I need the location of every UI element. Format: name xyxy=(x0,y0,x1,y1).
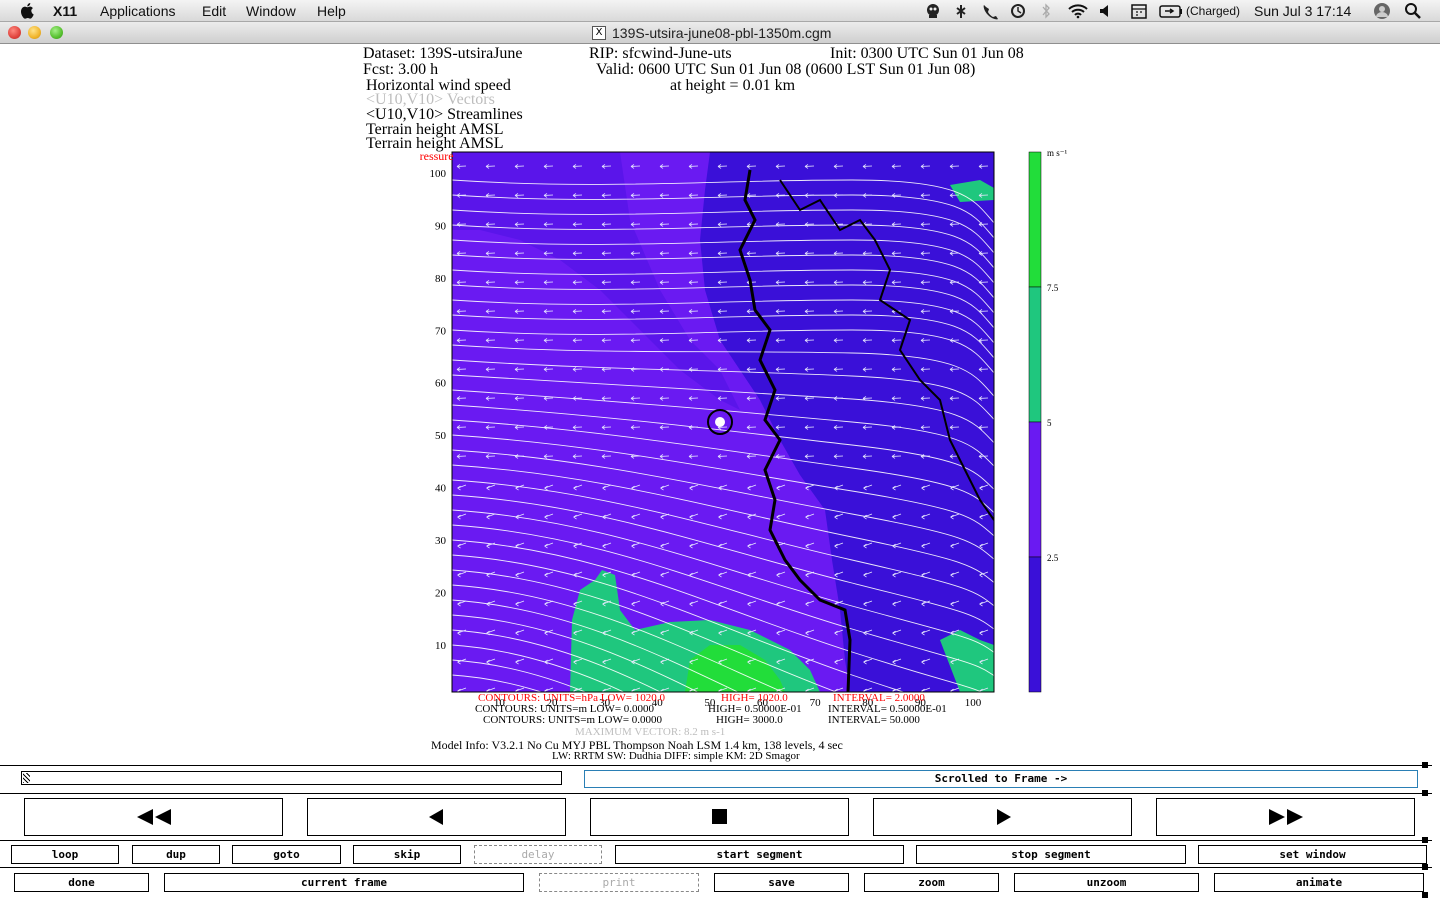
window-title: 139S-utsira-june08-pbl-1350m.cgm xyxy=(612,25,832,41)
time-machine-icon[interactable] xyxy=(1009,2,1027,20)
battery-icon[interactable] xyxy=(1158,2,1184,20)
step-back-button[interactable] xyxy=(307,798,566,836)
fast-forward-button[interactable] xyxy=(1156,798,1415,836)
menu-edit[interactable]: Edit xyxy=(202,3,226,19)
wind-speed-plot: 10 20 30 40 50 60 70 80 90 100 10 20 30 40 50 60 70 80 90… xyxy=(420,148,1068,709)
goto-button[interactable]: goto xyxy=(232,845,341,864)
field-sea-level-pressure: Sea-level pressure xyxy=(420,149,454,163)
max-vector-label: MAXIMUM VECTOR: 8.2 m s-1 xyxy=(575,726,726,738)
y-tick-label: 60 xyxy=(435,378,447,390)
menubar: X11 Applications Edit Window Help (Charg… xyxy=(0,0,1440,22)
skip-button[interactable]: skip xyxy=(353,845,461,864)
stop-button[interactable] xyxy=(590,798,849,836)
window-titlebar[interactable]: X 139S-utsira-june08-pbl-1350m.cgm xyxy=(0,22,1440,44)
colorbar-segment xyxy=(1028,286,1042,423)
window-close-button[interactable] xyxy=(8,26,21,39)
step-forward-button[interactable] xyxy=(873,798,1132,836)
apple-menu-icon[interactable] xyxy=(20,2,36,19)
volume-icon[interactable] xyxy=(1098,2,1112,20)
menu-app-name[interactable]: X11 xyxy=(53,3,77,19)
window-zoom-button[interactable] xyxy=(50,26,63,39)
menu-window[interactable]: Window xyxy=(246,3,296,19)
animate-button[interactable]: animate xyxy=(1214,873,1424,892)
colorbar: 2.5 5 7.5 xyxy=(1028,151,1059,693)
x-tick-label: 100 xyxy=(965,697,982,709)
resize-handle[interactable] xyxy=(1422,762,1428,768)
menu-applications[interactable]: Applications xyxy=(100,3,176,19)
contour-terrain2-units: CONTOURS: UNITS=m LOW= 0.0000 xyxy=(483,714,663,726)
y-tick-label: 10 xyxy=(435,640,447,652)
y-tick-label: 20 xyxy=(435,587,447,599)
stop-segment-button[interactable]: stop segment xyxy=(916,845,1186,864)
y-tick-label: 50 xyxy=(435,430,447,442)
slider-knob[interactable] xyxy=(23,773,30,783)
calendar-icon[interactable] xyxy=(1130,2,1148,20)
y-tick-label: 100 xyxy=(430,168,447,180)
y-tick-label: 40 xyxy=(435,483,447,495)
phone-icon[interactable] xyxy=(980,2,998,20)
panel-separator-1 xyxy=(0,765,1432,766)
step-back-icon xyxy=(428,809,443,825)
contour-terrain2-interval: INTERVAL= 50.000 xyxy=(828,714,920,726)
colorbar-segment xyxy=(1028,421,1042,558)
spotlight-search-icon[interactable] xyxy=(1404,2,1422,20)
battery-status[interactable]: (Charged) xyxy=(1186,4,1240,18)
panel-separator-4 xyxy=(0,867,1432,868)
alien-icon[interactable] xyxy=(924,2,942,20)
set-window-button[interactable]: set window xyxy=(1198,845,1427,864)
resize-handle[interactable] xyxy=(1422,892,1428,898)
panel-separator-2 xyxy=(0,793,1432,794)
colorbar-tick-label: 2.5 xyxy=(1047,553,1059,563)
x11-window-icon: X xyxy=(592,26,606,40)
start-segment-button[interactable]: start segment xyxy=(615,845,904,864)
colorbar-unit: m s⁻¹ xyxy=(1047,148,1068,158)
scrolled-to-frame-status: Scrolled to Frame -> xyxy=(584,770,1418,788)
resize-handle[interactable] xyxy=(1422,864,1428,870)
done-button[interactable]: done xyxy=(14,873,149,892)
y-tick-label: 80 xyxy=(435,273,447,285)
zoom-button[interactable]: zoom xyxy=(864,873,999,892)
colorbar-segment xyxy=(1028,151,1042,288)
wifi-icon[interactable] xyxy=(1067,2,1089,20)
x-tick-label: 70 xyxy=(810,697,822,709)
save-button[interactable]: save xyxy=(714,873,849,892)
model-info-physics: LW: RRTM SW: Dudhia DIFF: simple KM: 2D … xyxy=(552,750,800,762)
colorbar-tick-label: 7.5 xyxy=(1047,283,1059,293)
colorbar-segment xyxy=(1028,556,1042,693)
frame-progress-slider[interactable] xyxy=(21,771,562,785)
resize-handle[interactable] xyxy=(1422,837,1428,843)
resize-handle[interactable] xyxy=(1422,790,1428,796)
menu-help[interactable]: Help xyxy=(317,3,346,19)
window-minimize-button[interactable] xyxy=(28,26,41,39)
loop-button[interactable]: loop xyxy=(11,845,119,864)
y-tick-label: 90 xyxy=(435,220,447,232)
antenna-icon[interactable] xyxy=(952,2,970,20)
y-axis-ticks: 10 20 30 40 50 60 70 80 90 100 xyxy=(430,168,447,652)
panel-separator-3 xyxy=(0,840,1432,841)
print-button[interactable]: print xyxy=(539,873,699,892)
step-forward-icon xyxy=(996,809,1011,825)
fast-forward-icon xyxy=(1268,809,1303,825)
rewind-icon xyxy=(136,809,171,825)
delay-button[interactable]: delay xyxy=(474,845,602,864)
y-tick-label: 30 xyxy=(435,535,447,547)
contour-terrain2-high: HIGH= 3000.0 xyxy=(716,714,783,726)
y-tick-label: 70 xyxy=(435,325,447,337)
unzoom-button[interactable]: unzoom xyxy=(1014,873,1199,892)
stop-icon xyxy=(711,809,727,824)
rewind-button[interactable] xyxy=(24,798,283,836)
user-icon[interactable] xyxy=(1372,2,1392,20)
current-frame-button[interactable]: current frame xyxy=(164,873,524,892)
height-label: at height = 0.01 km xyxy=(670,77,796,94)
menubar-clock[interactable]: Sun Jul 3 17:14 xyxy=(1254,3,1351,19)
bluetooth-icon[interactable] xyxy=(1040,2,1052,20)
dup-button[interactable]: dup xyxy=(132,845,220,864)
colorbar-tick-label: 5 xyxy=(1047,418,1052,428)
